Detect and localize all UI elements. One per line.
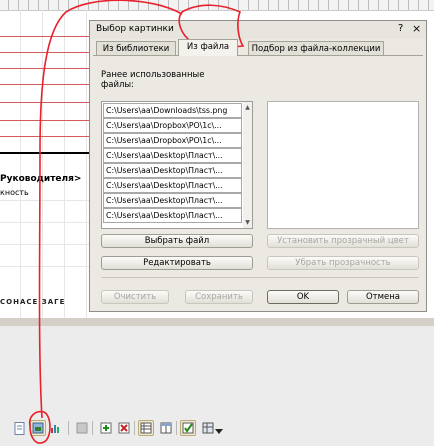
dropdown-arrow-icon[interactable]	[214, 424, 224, 440]
edit-button[interactable]: Редактировать	[101, 256, 253, 270]
set-transparent-color-button[interactable]: Установить прозрачный цвет	[267, 234, 419, 248]
cell-picture-icon[interactable]	[30, 420, 46, 436]
scroll-up-icon[interactable]: ▲	[243, 103, 252, 112]
remove-transparency-button[interactable]: Убрать прозрачность	[267, 256, 419, 270]
recent-files-label: Ранее использованные файлы:	[101, 70, 205, 90]
tab-content: Ранее использованные файлы: C:\Users\aa\…	[93, 55, 423, 312]
clear-button[interactable]: Очистить	[101, 290, 169, 304]
list-item[interactable]: C:\Users\aa\Dropbox\PO\1c\...	[103, 118, 242, 133]
list-item[interactable]: C:\Users\aa\Dropbox\PO\1c\...	[103, 133, 242, 148]
save-button[interactable]: Сохранить	[185, 290, 253, 304]
choose-file-button[interactable]: Выбрать файл	[101, 234, 253, 248]
chart-icon[interactable]	[48, 420, 64, 436]
sheet-bottom-band	[0, 318, 434, 326]
list-item[interactable]: C:\Users\aa\Downloads\tss.png	[103, 103, 242, 118]
dialog-title: Выбор картинки	[96, 24, 174, 34]
sheet-heading: Руководителя>	[0, 174, 82, 184]
insert-row-icon[interactable]	[98, 420, 114, 436]
list-item[interactable]: C:\Users\aa\Desktop\Пласт\...	[103, 163, 242, 178]
list-scrollbar[interactable]: ▲ ▼	[243, 102, 252, 228]
list-item[interactable]: C:\Users\aa\Desktop\Пласт\...	[103, 178, 242, 193]
table-grid-icon[interactable]	[138, 420, 154, 436]
dialog-titlebar[interactable]: Выбор картинки ? ×	[90, 21, 426, 39]
recent-files-list[interactable]: C:\Users\aa\Downloads\tss.png C:\Users\a…	[101, 101, 253, 229]
tab-from-file[interactable]: Из файла	[178, 39, 238, 56]
image-preview	[267, 101, 419, 229]
grey-icon[interactable]	[74, 420, 90, 436]
list-item[interactable]: C:\Users\aa\Desktop\Пласт\...	[103, 193, 242, 208]
close-icon[interactable]: ×	[412, 22, 421, 35]
list-item[interactable]: C:\Users\aa\Desktop\Пласт\...	[103, 208, 242, 223]
help-button[interactable]: ?	[398, 23, 403, 34]
ok-button[interactable]: OK	[267, 290, 339, 304]
list-item[interactable]: C:\Users\aa\Desktop\Пласт\...	[103, 148, 242, 163]
scroll-down-icon[interactable]: ▼	[243, 218, 252, 227]
doc-icon[interactable]	[12, 420, 28, 436]
delete-row-icon[interactable]	[116, 420, 132, 436]
tab-from-collection[interactable]: Подбор из файла-коллекции	[248, 41, 384, 56]
check-table-icon[interactable]	[180, 420, 196, 436]
picture-select-dialog: Выбор картинки ? × Из библиотеки Из файл…	[89, 20, 427, 312]
divider	[101, 277, 419, 278]
sheet-partial-text: СОНАСЕ ЗАГЕ	[0, 298, 66, 306]
tab-from-library[interactable]: Из библиотеки	[96, 41, 176, 56]
sheet-subtext: кность	[0, 188, 29, 197]
column-ruler	[0, 0, 434, 11]
table-layout-icon[interactable]	[158, 420, 174, 436]
cancel-button[interactable]: Отмена	[347, 290, 419, 304]
